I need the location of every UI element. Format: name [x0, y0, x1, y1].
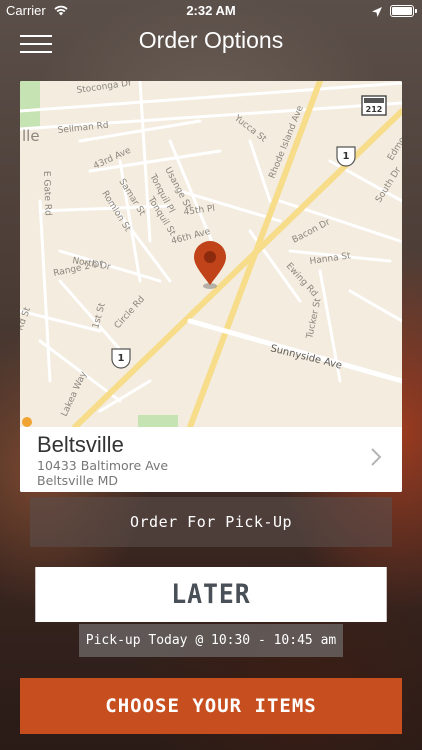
svg-text:1: 1	[343, 151, 350, 162]
route-shield-icon: 1	[336, 146, 356, 167]
choose-items-button[interactable]: CHOOSE YOUR ITEMS	[20, 678, 402, 734]
navigation-bar: Order Options	[0, 22, 422, 66]
status-bar: Carrier 2:32 AM	[0, 0, 422, 22]
chevron-right-icon	[370, 447, 382, 471]
street-label: E Gate Rd	[41, 171, 53, 216]
svg-text:212: 212	[366, 105, 383, 114]
later-button[interactable]: LATER	[35, 567, 387, 622]
map-place-label: lle	[22, 127, 40, 145]
location-arrow-icon	[372, 5, 382, 20]
route-shield-icon: 1	[111, 348, 131, 369]
pickup-time-label[interactable]: Pick-up Today @ 10:30 - 10:45 am	[79, 624, 343, 657]
location-card: Stoconga Dr Sellman Rd 43rd Ave Usange S…	[20, 81, 402, 492]
store-name: Beltsville	[37, 432, 124, 457]
store-map[interactable]: Stoconga Dr Sellman Rd 43rd Ave Usange S…	[20, 81, 402, 427]
status-time: 2:32 AM	[186, 3, 236, 18]
store-address-line2: Beltsville MD	[37, 473, 119, 488]
page-title: Order Options	[138, 27, 284, 53]
route-shield-icon: 212	[361, 95, 387, 116]
store-location-row[interactable]: Beltsville 10433 Baltimore Ave Beltsvill…	[20, 427, 402, 492]
order-pickup-button[interactable]: Order For Pick-Up	[30, 497, 392, 547]
svg-text:1: 1	[118, 353, 125, 364]
store-address-line1: 10433 Baltimore Ave	[37, 458, 169, 473]
battery-icon	[390, 5, 417, 17]
